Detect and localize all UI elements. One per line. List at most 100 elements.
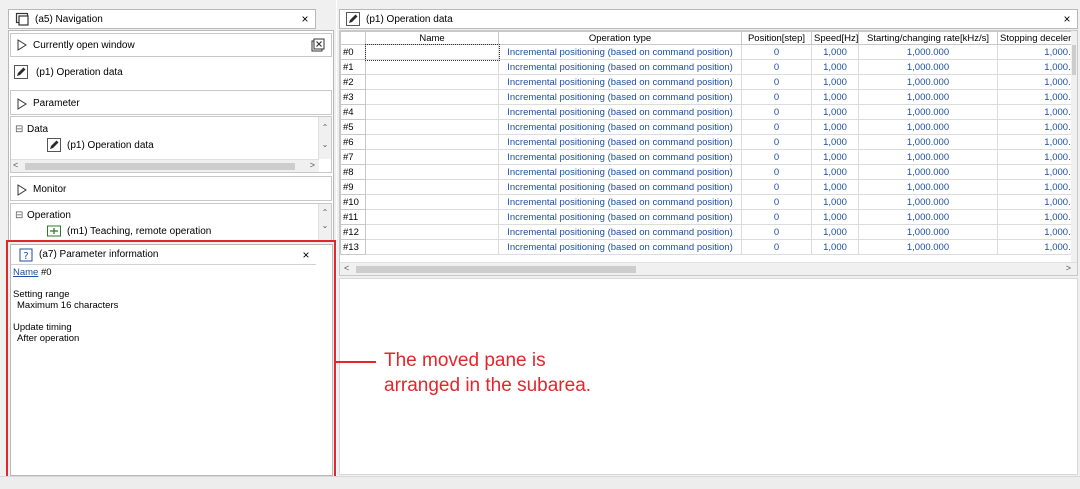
operation-data-close-button[interactable]: × xyxy=(1057,12,1077,26)
row-id-cell[interactable]: #13 xyxy=(340,239,366,255)
table-row[interactable]: #3 Incremental positioning (based on comm… xyxy=(340,89,1077,105)
table-row[interactable]: #12 Incremental positioning (based on com… xyxy=(340,224,1077,240)
rate-cell[interactable]: 1,000.000 xyxy=(858,134,998,150)
position-cell[interactable]: 0 xyxy=(741,209,812,225)
expand-triangle-icon[interactable] xyxy=(17,183,27,196)
scroll-down-icon[interactable]: ⌄ xyxy=(319,221,331,230)
expand-triangle-icon[interactable] xyxy=(17,39,27,51)
data-tree-hscroll[interactable]: < > xyxy=(11,159,319,172)
position-cell[interactable]: 0 xyxy=(741,74,812,90)
row-id-cell[interactable]: #1 xyxy=(340,59,366,75)
name-cell[interactable] xyxy=(365,224,499,240)
position-cell[interactable]: 0 xyxy=(741,59,812,75)
rate-cell[interactable]: 1,000.000 xyxy=(858,179,998,195)
operation-type-cell[interactable]: Incremental positioning (based on comman… xyxy=(498,89,742,105)
stopping-decel-cell[interactable]: 1,000.0 xyxy=(997,209,1077,225)
scroll-up-icon[interactable]: ⌃ xyxy=(319,208,331,217)
position-cell[interactable]: 0 xyxy=(741,164,812,180)
column-header[interactable]: Name xyxy=(365,31,499,45)
column-header[interactable]: Stopping deceler xyxy=(997,31,1077,45)
scroll-down-icon[interactable]: ⌄ xyxy=(319,140,331,149)
stopping-decel-cell[interactable]: 1,000.0 xyxy=(997,224,1077,240)
rate-cell[interactable]: 1,000.000 xyxy=(858,119,998,135)
operation-type-cell[interactable]: Incremental positioning (based on comman… xyxy=(498,164,742,180)
operation-type-cell[interactable]: Incremental positioning (based on comman… xyxy=(498,119,742,135)
scroll-right-icon[interactable]: > xyxy=(310,160,315,170)
name-cell[interactable] xyxy=(365,89,499,105)
name-cell[interactable] xyxy=(365,149,499,165)
monitor-section[interactable]: Monitor xyxy=(10,176,332,201)
position-cell[interactable]: 0 xyxy=(741,104,812,120)
stopping-decel-cell[interactable]: 1,000.0 xyxy=(997,59,1077,75)
operation-type-cell[interactable]: Incremental positioning (based on comman… xyxy=(498,74,742,90)
operation-type-cell[interactable]: Incremental positioning (based on comman… xyxy=(498,104,742,120)
hscroll-thumb[interactable] xyxy=(25,163,295,170)
stopping-decel-cell[interactable]: 1,000.0 xyxy=(997,44,1077,60)
speed-cell[interactable]: 1,000 xyxy=(811,74,859,90)
row-id-cell[interactable]: #2 xyxy=(340,74,366,90)
position-cell[interactable]: 0 xyxy=(741,194,812,210)
corner-header-cell[interactable] xyxy=(340,31,366,45)
data-tree-vscroll[interactable]: ⌃ ⌄ xyxy=(318,117,331,159)
speed-cell[interactable]: 1,000 xyxy=(811,134,859,150)
rate-cell[interactable]: 1,000.000 xyxy=(858,239,998,255)
row-id-cell[interactable]: #0 xyxy=(340,44,366,60)
operation-group-row[interactable]: ⊟ Operation xyxy=(11,207,331,223)
table-row[interactable]: #6 Incremental positioning (based on comm… xyxy=(340,134,1077,150)
name-cell[interactable] xyxy=(365,104,499,120)
scroll-up-icon[interactable]: ⌃ xyxy=(319,123,331,132)
open-window-item[interactable]: (p1) Operation data xyxy=(14,62,314,82)
data-group-row[interactable]: ⊟ Data xyxy=(11,121,331,137)
position-cell[interactable]: 0 xyxy=(741,119,812,135)
row-id-cell[interactable]: #12 xyxy=(340,224,366,240)
name-cell[interactable] xyxy=(365,179,499,195)
column-header[interactable]: Position[step] xyxy=(741,31,812,45)
row-id-cell[interactable]: #8 xyxy=(340,164,366,180)
stopping-decel-cell[interactable]: 1,000.0 xyxy=(997,194,1077,210)
operation-tree-vscroll[interactable]: ⌃ ⌄ xyxy=(318,204,331,240)
stopping-decel-cell[interactable]: 1,000.0 xyxy=(997,149,1077,165)
close-all-windows-icon[interactable] xyxy=(311,38,325,52)
position-cell[interactable]: 0 xyxy=(741,134,812,150)
grid-hscroll[interactable]: < > xyxy=(340,262,1077,275)
name-cell[interactable] xyxy=(365,134,499,150)
operation-type-cell[interactable]: Incremental positioning (based on comman… xyxy=(498,59,742,75)
grid-vscroll[interactable] xyxy=(1071,31,1077,263)
speed-cell[interactable]: 1,000 xyxy=(811,179,859,195)
scroll-left-icon[interactable]: < xyxy=(13,160,18,170)
stopping-decel-cell[interactable]: 1,000.0 xyxy=(997,239,1077,255)
parameter-section[interactable]: Parameter xyxy=(10,90,332,115)
operation-type-cell[interactable]: Incremental positioning (based on comman… xyxy=(498,179,742,195)
table-row[interactable]: #10 Incremental positioning (based on com… xyxy=(340,194,1077,210)
column-header[interactable]: Speed[Hz] xyxy=(811,31,859,45)
speed-cell[interactable]: 1,000 xyxy=(811,224,859,240)
position-cell[interactable]: 0 xyxy=(741,179,812,195)
table-row[interactable]: #0 Incremental positioning (based on comm… xyxy=(340,43,1077,61)
position-cell[interactable]: 0 xyxy=(741,239,812,255)
speed-cell[interactable]: 1,000 xyxy=(811,59,859,75)
row-id-cell[interactable]: #11 xyxy=(340,209,366,225)
stopping-decel-cell[interactable]: 1,000.0 xyxy=(997,134,1077,150)
position-cell[interactable]: 0 xyxy=(741,44,812,60)
rate-cell[interactable]: 1,000.000 xyxy=(858,59,998,75)
rate-cell[interactable]: 1,000.000 xyxy=(858,149,998,165)
navigation-close-button[interactable]: × xyxy=(295,12,315,26)
position-cell[interactable]: 0 xyxy=(741,89,812,105)
table-row[interactable]: #2 Incremental positioning (based on comm… xyxy=(340,74,1077,90)
operation-type-cell[interactable]: Incremental positioning (based on comman… xyxy=(498,134,742,150)
hscroll-thumb[interactable] xyxy=(356,266,636,273)
rate-cell[interactable]: 1,000.000 xyxy=(858,74,998,90)
speed-cell[interactable]: 1,000 xyxy=(811,119,859,135)
table-row[interactable]: #13 Incremental positioning (based on com… xyxy=(340,239,1077,255)
scroll-left-icon[interactable]: < xyxy=(344,263,349,273)
name-cell[interactable] xyxy=(365,59,499,75)
row-id-cell[interactable]: #3 xyxy=(340,89,366,105)
name-cell[interactable] xyxy=(365,164,499,180)
speed-cell[interactable]: 1,000 xyxy=(811,44,859,60)
name-cell[interactable] xyxy=(365,209,499,225)
name-cell[interactable] xyxy=(365,119,499,135)
speed-cell[interactable]: 1,000 xyxy=(811,164,859,180)
row-id-cell[interactable]: #5 xyxy=(340,119,366,135)
operation-type-cell[interactable]: Incremental positioning (based on comman… xyxy=(498,239,742,255)
speed-cell[interactable]: 1,000 xyxy=(811,104,859,120)
